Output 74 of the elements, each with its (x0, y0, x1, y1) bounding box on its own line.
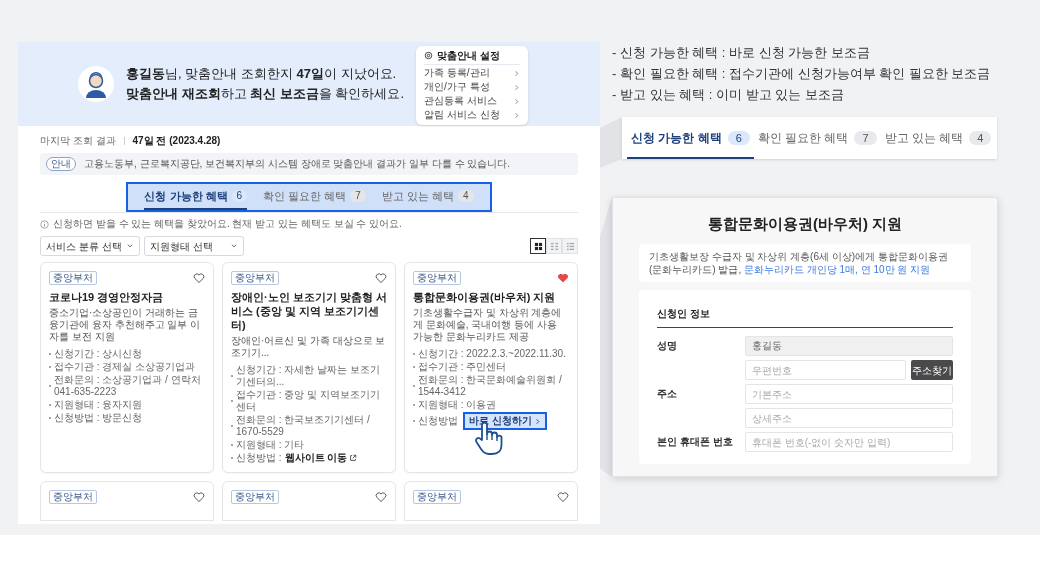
card-title: 장애인·노인 보조기기 맞춤형 서비스 (중앙 및 지역 보조기기센터) (231, 290, 387, 332)
category-badge: 중앙부처 (413, 271, 461, 285)
benefit-card[interactable]: 중앙부처 장애인·노인 보조기기 맞춤형 서비스 (중앙 및 지역 보조기기센터) 장애인·어르신 및 가족 대상으로 보조기기... 신청기간 : 자세한 날짜는 보조기기센터의... 접수기관 : 중앙 및 지역보조기기센터 전화문의 : 한국보조기기센터 / 1670-5529 지원형태 : 기타 신청방법 : 웹사이트 이동 (222, 262, 396, 473)
website-link[interactable]: 웹사이트 이동 (284, 452, 358, 464)
tab[interactable]: 받고 있는 혜택 4 (381, 189, 474, 210)
card-description: 중소기업·소상공인이 거래하는 금융기관에 융자 추천해주고 일부 이자를 보전 지원 (49, 307, 202, 343)
notice-badge: 안내 (46, 157, 76, 171)
tab[interactable]: 확인 필요한 혜택 7 (263, 189, 366, 210)
category-badge: 중앙부처 (49, 271, 97, 285)
card-detail: 접수기관 : 중앙 및 지역보조기기센터 (236, 389, 381, 413)
benefit-card[interactable]: 중앙부처 (404, 481, 578, 521)
card-detail: 지원형태 : 이용권 (418, 399, 497, 411)
count-badge: 6 (231, 190, 248, 202)
phone-field[interactable]: 휴대폰 번호(-없이 숫자만 입력) (745, 432, 953, 452)
settings-menu-item[interactable]: 알림 서비스 신청 (424, 108, 520, 122)
last-result-label: 마지막 조회 결과 (40, 134, 116, 148)
tab[interactable]: 신청 가능한 혜택 6 (627, 129, 754, 159)
card-description: 기초생활수급자 및 차상위 계층에게 문화예술, 국내여행 등에 사용 가능한 문화누리카드 제공 (413, 307, 563, 343)
count-badge: 7 (854, 131, 877, 145)
card-description: 장애인·어르신 및 가족 대상으로 보조기기... (231, 335, 387, 359)
dropdown[interactable]: 서비스 분류 선택 (40, 236, 140, 256)
category-badge: 중앙부처 (49, 490, 97, 504)
address-search-button[interactable]: 주소찾기 (911, 360, 953, 380)
legend-text: - 받고 있는 혜택 : 이미 받고 있는 보조금 (612, 86, 845, 104)
card-detail: 전화문의 : 소상공기업과 / 연락처 041-635-2223 (54, 374, 202, 398)
field-label: 주소 (657, 388, 678, 400)
field-label: 성명 (657, 340, 678, 352)
last-result-value: 47일 전 (2023.4.28) (132, 134, 221, 148)
category-badge: 중앙부처 (231, 490, 279, 504)
tab[interactable]: 받고 있는 혜택 4 (880, 129, 996, 159)
name-field[interactable]: 홍길동 (745, 336, 953, 356)
settings-menu-item[interactable]: 개인/가구 특성 (424, 80, 520, 94)
field-label: 본인 휴대폰 번호 (657, 436, 734, 448)
card-detail: 신청방법 : 방문신청 (54, 412, 143, 424)
legend-text: - 신청 가능한 혜택 : 바로 신청 가능한 보조금 (612, 44, 871, 62)
card-detail: 접수기관 : 주민센터 (418, 361, 507, 373)
card-detail: 신청기간 : 자세한 날짜는 보조기기센터의... (236, 364, 381, 388)
address-field[interactable]: 상세주소 (745, 408, 953, 428)
card-detail: 신청방법 : (236, 452, 282, 464)
dropdown[interactable]: 지원형태 선택 (144, 236, 244, 256)
count-badge: 7 (350, 190, 366, 202)
section-title: 신청인 정보 (657, 308, 710, 319)
prompt-text: 맞춤안내 재조회하고 최신 보조금을 확인하세요. (126, 85, 405, 103)
tab[interactable]: 신청 가능한 혜택 6 (144, 189, 248, 210)
count-badge: 4 (969, 131, 992, 145)
category-badge: 중앙부처 (231, 271, 279, 285)
count-badge: 4 (457, 190, 474, 202)
card-detail: 지원형태 : 기타 (236, 439, 305, 451)
info-text: 신청하면 받을 수 있는 혜택을 찾았어요. 현재 받고 있는 혜택도 보실 수 있어요. (53, 218, 402, 230)
card-detail: 전화문의 : 한국보조기기센터 / 1670-5529 (236, 414, 371, 438)
legend-text: - 확인 필요한 혜택 : 접수기관에 신청가능여부 확인 필요한 보조금 (612, 65, 992, 83)
tab[interactable]: 확인 필요한 혜택 7 (753, 129, 881, 159)
category-badge: 중앙부처 (413, 490, 461, 504)
count-badge: 6 (727, 131, 750, 145)
settings-title: 맞춤안내 설정 (437, 49, 500, 62)
settings-menu-item[interactable]: 관심등록 서비스 (424, 94, 520, 108)
address-field[interactable]: 우편번호 (745, 360, 906, 380)
card-detail: 신청기간 : 2022.2.3.~2022.11.30. (418, 348, 566, 360)
address-field[interactable]: 기본주소 (745, 384, 953, 404)
card-detail: 접수기관 : 경제실 소상공기업과 (54, 361, 196, 373)
benefit-card[interactable]: 중앙부처 (222, 481, 396, 521)
settings-menu-item[interactable]: 가족 등록/관리 (424, 66, 520, 80)
greeting-text: 홍길동님, 맞춤안내 조회한지 47일이 지났어요. (126, 65, 398, 83)
notice-text: 고용노동부, 근로복지공단, 보건복지부의 시스템 장애로 맞춤안내 결과가 일부 다를 수 있습니다. (84, 158, 511, 170)
benefit-card[interactable]: 중앙부처 (40, 481, 214, 521)
card-detail: 전화문의 : 한국문화예술위원회 / 1544-3412 (418, 374, 563, 398)
card-detail: 신청기간 : 상시신청 (54, 348, 143, 360)
card-title: 통합문화이용권(바우처) 지원 (413, 290, 557, 304)
summary-text: 기초생활보장 수급자 및 차상위 계층(6세 이상)에게 통합문화이용권(문화누리카드) 발급, 문화누리카드 개인당 1매, 연 10만 원 지원 (649, 250, 949, 276)
card-detail: 지원형태 : 융자지원 (54, 399, 143, 411)
card-detail: 신청방법 (418, 415, 458, 427)
card-title: 코로나19 경영안정자금 (49, 290, 165, 304)
benefit-card[interactable]: 중앙부처 코로나19 경영안정자금 중소기업·소상공인이 거래하는 금융기관에 융자 추천해주고 일부 이자를 보전 지원 신청기간 : 상시신청 접수기관 : 경제실 소상공기업과 전화문의 : 소상공기업과 / 연락처 041-635-2223 지원형태 : 융자지원 신청방법 : 방문신청 (40, 262, 214, 473)
form-title: 통합문화이용권(바우처) 지원 (706, 214, 904, 234)
